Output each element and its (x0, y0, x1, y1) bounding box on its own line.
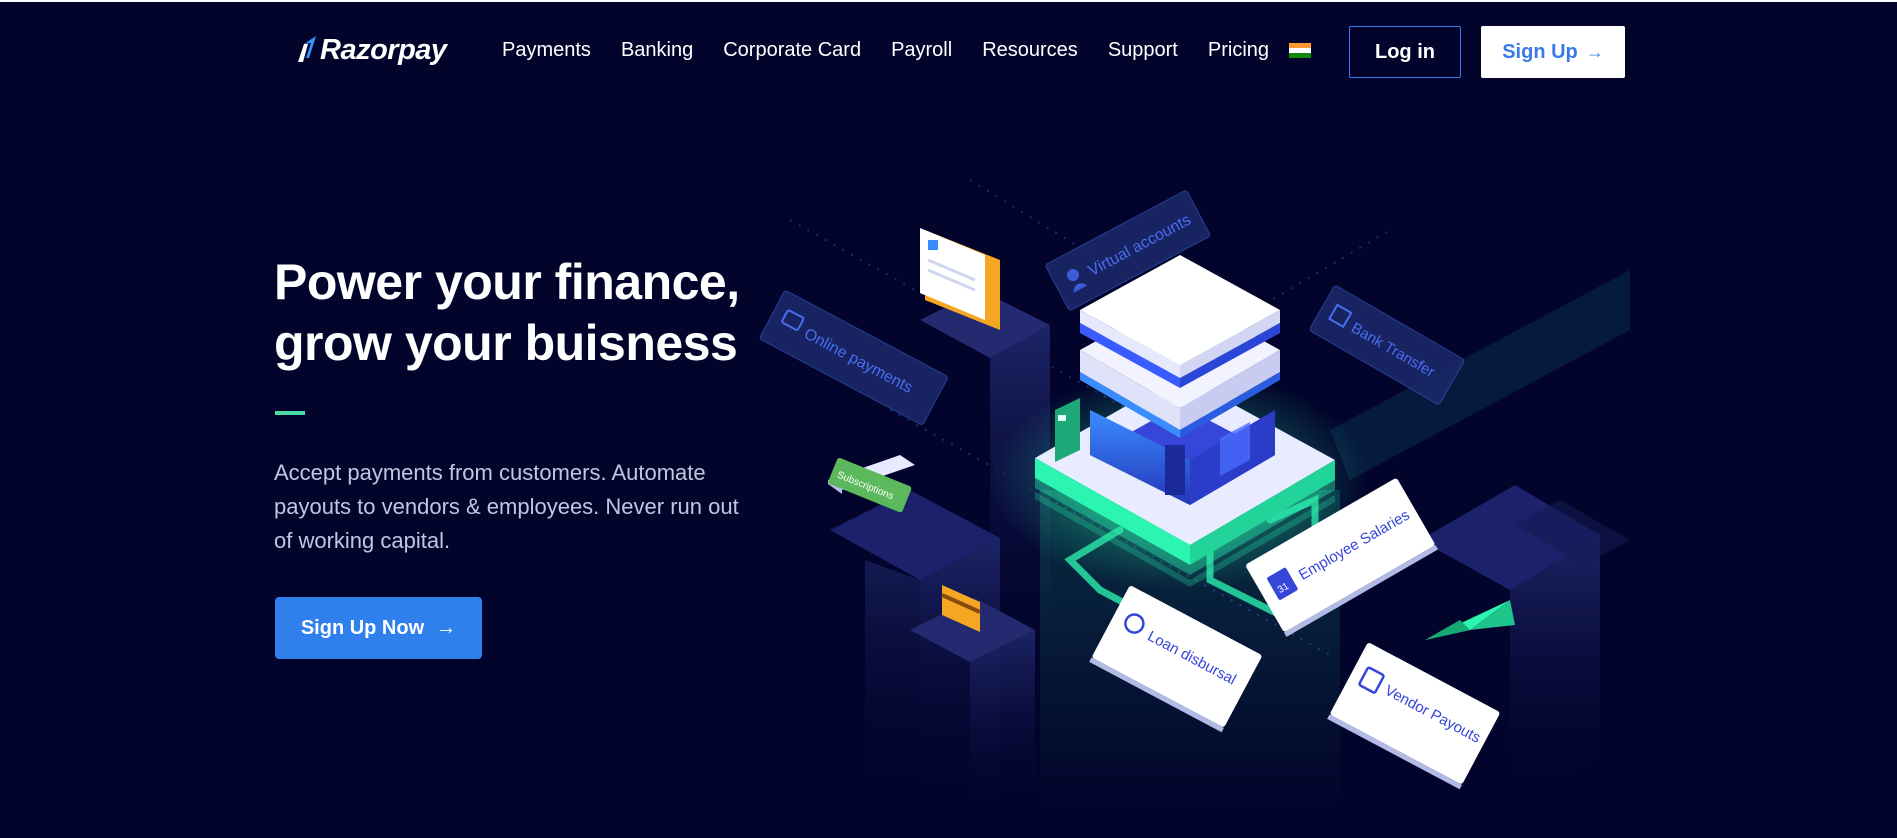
nav-item-payroll[interactable]: Payroll (891, 39, 952, 62)
bank-transfer-card: Bank Transfer (1309, 285, 1465, 405)
brand-name: Razorpay (320, 34, 447, 66)
signup-now-label: Sign Up Now (300, 616, 425, 639)
razorpay-logo-icon (298, 36, 316, 62)
signup-button-label: Sign Up (1502, 40, 1578, 63)
nav-item-resources[interactable]: Resources (982, 39, 1078, 62)
brand-logo[interactable]: Razorpay (294, 34, 447, 66)
hero-title: Power your finance, grow your buisness (274, 252, 794, 374)
hero-title-line-1: Power your finance, (274, 254, 740, 310)
hero-description: Accept payments from customers. Automate… (274, 456, 774, 558)
isometric-finance-illustration: Virtual accounts Online payments Bank Tr… (759, 179, 1630, 820)
top-navigation: Razorpay Payments Banking Corporate Card… (0, 22, 1897, 78)
login-button[interactable]: Log in (1349, 26, 1461, 78)
paper-plane-icon (1425, 600, 1515, 640)
hero-title-line-2: grow your buisness (274, 315, 738, 371)
diagonal-beam (1330, 270, 1630, 480)
nav-item-payments[interactable]: Payments (502, 39, 591, 62)
arrow-right-icon: → (1585, 41, 1604, 62)
nav-item-pricing[interactable]: Pricing (1208, 39, 1269, 62)
hero-description-line-1: Accept payments from customers. Automate (274, 460, 706, 485)
nav-item-banking[interactable]: Banking (621, 39, 693, 62)
hero-description-line-3: of working capital. (274, 528, 451, 553)
signup-now-button[interactable]: Sign Up Now → (275, 597, 482, 659)
arrow-right-icon: → (436, 616, 457, 639)
top-border (0, 0, 1897, 2)
accent-divider (275, 411, 305, 415)
subscriptions-phone: Subscriptions (828, 455, 915, 513)
signup-button[interactable]: Sign Up → (1481, 26, 1625, 78)
nav-item-support[interactable]: Support (1108, 39, 1178, 62)
hero-description-line-2: payouts to vendors & employees. Never ru… (274, 494, 739, 519)
main-menu: Payments Banking Corporate Card Payroll … (502, 22, 1312, 78)
hero-illustration: Virtual accounts Online payments Bank Tr… (759, 120, 1630, 820)
online-payments-card: Online payments (759, 290, 948, 425)
india-flag-icon[interactable] (1289, 42, 1312, 58)
nav-item-corporate-card[interactable]: Corporate Card (723, 39, 861, 62)
vendor-payouts-card: Vendor Payouts (1327, 643, 1500, 790)
